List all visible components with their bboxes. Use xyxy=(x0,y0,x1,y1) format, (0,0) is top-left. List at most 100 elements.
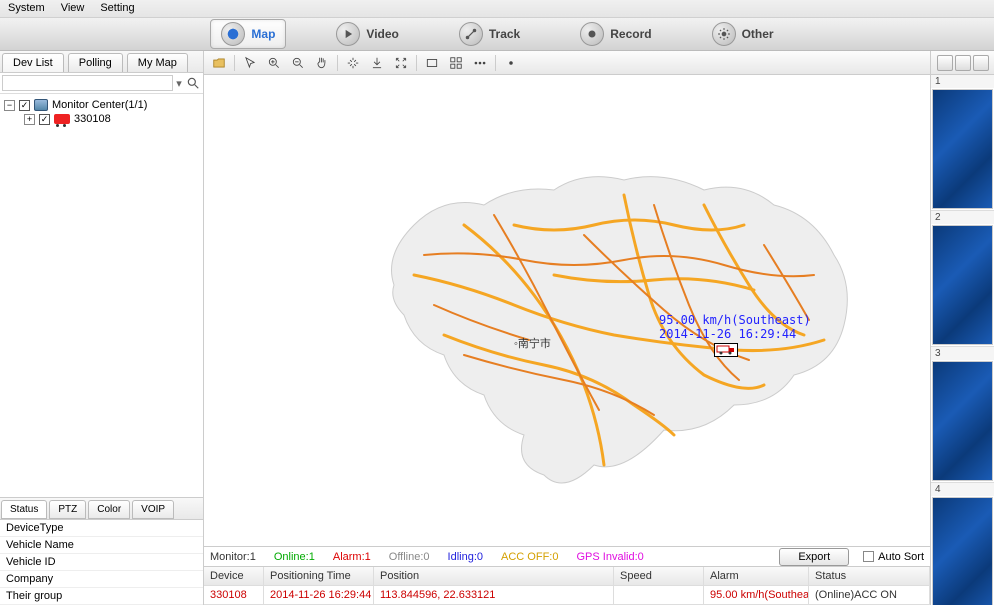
tree-root[interactable]: − ✓ Monitor Center(1/1) xyxy=(4,98,199,112)
info-company: Company xyxy=(0,571,203,588)
right-panel: 1 2 3 4 xyxy=(931,51,994,605)
info-vehicle-name: Vehicle Name xyxy=(0,537,203,554)
auto-sort-checkbox[interactable]: Auto Sort xyxy=(863,551,924,563)
nav-track-label: Track xyxy=(489,27,520,41)
map-svg xyxy=(204,75,930,545)
vehicle-marker[interactable] xyxy=(714,343,738,357)
left-bottom-tabs: Status PTZ Color VOIP xyxy=(0,497,203,519)
col-time[interactable]: Positioning Time xyxy=(264,567,374,586)
search-dropdown-icon[interactable]: ▾ xyxy=(173,77,185,90)
status-idling: Idling:0 xyxy=(448,551,483,563)
tab-polling[interactable]: Polling xyxy=(68,53,123,72)
device-tree: − ✓ Monitor Center(1/1) + ✓ 330108 xyxy=(0,94,203,497)
checkbox[interactable]: ✓ xyxy=(19,100,30,111)
table-row[interactable]: 330108 2014-11-26 16:29:44 113.844596, 2… xyxy=(204,586,930,605)
rect-icon[interactable] xyxy=(423,54,441,72)
nav-map-label: Map xyxy=(251,27,275,41)
col-device[interactable]: Device xyxy=(204,567,264,586)
panel-btn-3[interactable] xyxy=(973,55,989,71)
route-icon xyxy=(459,22,483,46)
export-button[interactable]: Export xyxy=(779,548,849,566)
video-thumbs: 1 2 3 4 xyxy=(931,75,994,605)
tab-voip[interactable]: VOIP xyxy=(132,500,174,519)
info-vehicle-id: Vehicle ID xyxy=(0,554,203,571)
folder-icon xyxy=(34,99,48,111)
menu-system[interactable]: System xyxy=(8,2,45,15)
expand-icon[interactable]: + xyxy=(24,114,35,125)
thumb-1[interactable]: 1 xyxy=(931,75,994,211)
search-icon[interactable] xyxy=(185,75,201,91)
nav-record-label: Record xyxy=(610,27,651,41)
col-alarm[interactable]: Alarm xyxy=(704,567,809,586)
open-icon[interactable] xyxy=(210,54,228,72)
more-icon[interactable] xyxy=(471,54,489,72)
zoom-out-icon[interactable] xyxy=(289,54,307,72)
panel-btn-1[interactable] xyxy=(937,55,953,71)
center-panel: ◦南宁市 95.00 km/h(Southeast) 2014-11-26 16… xyxy=(204,51,931,605)
status-alarm: Alarm:1 xyxy=(333,551,371,563)
cell-time: 2014-11-26 16:29:44 xyxy=(264,586,374,605)
thumb-label: 2 xyxy=(931,211,994,224)
toolbar-separator xyxy=(495,55,496,71)
tab-my-map[interactable]: My Map xyxy=(127,53,188,72)
col-speed[interactable]: Speed xyxy=(614,567,704,586)
map-canvas[interactable]: ◦南宁市 95.00 km/h(Southeast) 2014-11-26 16… xyxy=(204,75,930,546)
pan-icon[interactable] xyxy=(313,54,331,72)
cell-alarm: 95.00 km/h(Southeast Over Speed xyxy=(704,586,809,605)
zoom-in-icon[interactable] xyxy=(265,54,283,72)
status-strip: Monitor:1 Online:1 Alarm:1 Offline:0 Idl… xyxy=(204,546,930,566)
checkbox[interactable]: ✓ xyxy=(39,114,50,125)
tab-dev-list[interactable]: Dev List xyxy=(2,53,64,72)
nav-record[interactable]: Record xyxy=(570,20,661,48)
globe-icon xyxy=(221,22,245,46)
nav-video[interactable]: Video xyxy=(326,20,408,48)
grid-icon[interactable] xyxy=(447,54,465,72)
panel-btn-2[interactable] xyxy=(955,55,971,71)
menu-view[interactable]: View xyxy=(61,2,85,15)
col-position[interactable]: Position xyxy=(374,567,614,586)
device-info-list: DeviceType Vehicle Name Vehicle ID Compa… xyxy=(0,519,203,605)
grid-header: Device Positioning Time Position Speed A… xyxy=(204,567,930,586)
auto-sort-label: Auto Sort xyxy=(878,551,924,563)
tree-device-330108[interactable]: + ✓ 330108 xyxy=(24,112,199,126)
toolbar-separator xyxy=(234,55,235,71)
info-group: Their group xyxy=(0,588,203,605)
thumb-image xyxy=(932,361,993,481)
thumb-label: 3 xyxy=(931,347,994,360)
thumb-4[interactable]: 4 xyxy=(931,483,994,605)
device-search-row: ▾ xyxy=(0,73,203,94)
expand-icon[interactable] xyxy=(392,54,410,72)
collapse-icon[interactable]: − xyxy=(4,100,15,111)
cell-position: 113.844596, 22.633121 xyxy=(374,586,614,605)
col-status[interactable]: Status xyxy=(809,567,930,586)
city-label: ◦南宁市 xyxy=(514,335,551,351)
thumb-3[interactable]: 3 xyxy=(931,347,994,483)
status-monitor: Monitor:1 xyxy=(210,551,256,563)
nav-other[interactable]: Other xyxy=(702,20,784,48)
menu-setting[interactable]: Setting xyxy=(100,2,134,15)
center-icon[interactable] xyxy=(344,54,362,72)
status-accoff: ACC OFF:0 xyxy=(501,551,558,563)
download-icon[interactable] xyxy=(368,54,386,72)
checkbox-icon[interactable] xyxy=(863,551,874,562)
map-toolbar xyxy=(204,51,930,75)
status-online: Online:1 xyxy=(274,551,315,563)
nav-track[interactable]: Track xyxy=(449,20,530,48)
thumb-image xyxy=(932,225,993,345)
tab-ptz[interactable]: PTZ xyxy=(49,500,86,519)
thumb-label: 1 xyxy=(931,75,994,88)
thumb-2[interactable]: 2 xyxy=(931,211,994,347)
cell-status: (Online)ACC ON xyxy=(809,586,930,605)
device-search-input[interactable] xyxy=(2,75,173,91)
tree-device-label: 330108 xyxy=(74,113,111,125)
tab-color[interactable]: Color xyxy=(88,500,130,519)
thumb-image xyxy=(932,89,993,209)
record-icon xyxy=(580,22,604,46)
tab-status[interactable]: Status xyxy=(1,500,47,519)
dot-icon[interactable] xyxy=(502,54,520,72)
status-offline: Offline:0 xyxy=(389,551,430,563)
nav-map[interactable]: Map xyxy=(210,19,286,49)
tree-root-label: Monitor Center(1/1) xyxy=(52,99,147,111)
vehicle-speed-overlay: 95.00 km/h(Southeast) xyxy=(659,313,811,327)
pointer-icon[interactable] xyxy=(241,54,259,72)
